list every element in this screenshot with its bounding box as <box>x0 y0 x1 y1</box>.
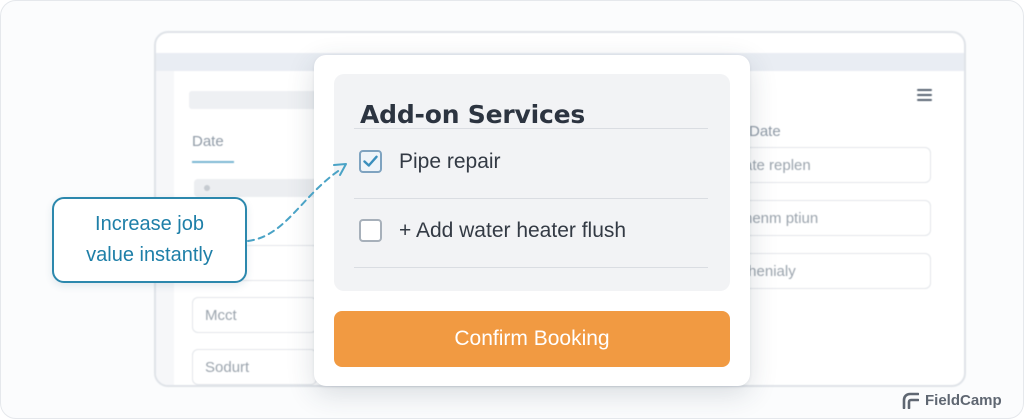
checkbox-checked[interactable] <box>359 150 382 173</box>
background-field-left[interactable]: Sodurt <box>192 349 317 385</box>
callout-line: value instantly <box>86 244 213 266</box>
background-date-tab[interactable]: Date <box>192 133 224 150</box>
fieldcamp-logo-icon <box>902 392 919 409</box>
menu-icon[interactable] <box>917 89 932 103</box>
canvas: Date Wfe Mcct Sodurt Date ate replen hen… <box>0 0 1024 419</box>
brand-name: FieldCamp <box>925 391 1002 409</box>
callout-line: Increase job <box>95 213 204 235</box>
background-date-tab-underline <box>192 161 234 163</box>
background-date-label: Date <box>749 123 781 140</box>
background-header-block <box>189 91 319 109</box>
checkbox-unchecked[interactable] <box>359 219 382 242</box>
background-field-left[interactable]: Mcct <box>192 297 317 333</box>
panel-title: Add-on Services <box>360 100 586 129</box>
add-on-services-panel: Add-on Services Pipe repair + Add water … <box>334 74 730 291</box>
background-field-right[interactable]: ate replen <box>731 147 931 183</box>
add-on-services-modal: Add-on Services Pipe repair + Add water … <box>314 55 750 386</box>
confirm-booking-button[interactable]: Confirm Booking <box>334 311 730 367</box>
callout-box: Increase job value instantly <box>52 197 247 283</box>
option-label: Pipe repair <box>399 150 501 173</box>
background-field-right[interactable]: thenialy <box>731 253 931 289</box>
checkmark-icon <box>363 155 378 167</box>
divider <box>354 198 708 199</box>
callout-text: Increase job value instantly <box>86 209 213 271</box>
option-label: + Add water heater flush <box>399 219 627 242</box>
background-pill <box>194 179 319 197</box>
divider <box>354 128 708 129</box>
brand-logo: FieldCamp <box>902 390 1002 410</box>
background-field-right[interactable]: henm ptiun <box>731 200 931 236</box>
pill-dot <box>204 185 210 191</box>
divider <box>354 267 708 268</box>
